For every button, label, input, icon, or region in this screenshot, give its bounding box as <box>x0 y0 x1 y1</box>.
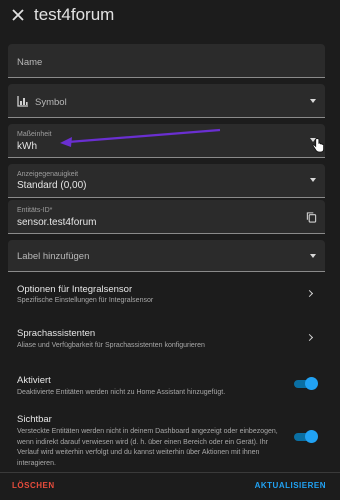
chevron-right-icon <box>305 289 314 298</box>
toggle-knob <box>305 430 318 443</box>
visible-toggle[interactable] <box>294 430 318 443</box>
top-bar: test4forum <box>0 0 340 32</box>
symbol-placeholder: Symbol <box>35 97 67 108</box>
integral-options-title: Optionen für Integralsensor <box>17 284 133 295</box>
name-placeholder: Name <box>17 57 43 68</box>
unit-label: Maßeinheit <box>17 131 52 138</box>
chevron-down-icon[interactable] <box>310 99 316 103</box>
enabled-row: Aktiviert Deaktivierte Entitäten werden … <box>8 372 325 400</box>
precision-label: Anzeigegenauigkeit <box>17 171 79 178</box>
label-placeholder: Label hinzufügen <box>17 251 90 262</box>
enabled-subtitle: Deaktivierte Entitäten werden nicht zu H… <box>17 389 226 396</box>
visible-title: Sichtbar <box>17 414 52 425</box>
visible-row: Sichtbar Versteckte Entitäten werden nic… <box>8 412 325 472</box>
chevron-down-icon[interactable] <box>310 178 316 182</box>
unit-select[interactable]: Maßeinheit kWh <box>8 124 325 158</box>
hand-cursor-icon <box>312 138 325 153</box>
name-field[interactable]: Name <box>8 44 325 78</box>
chart-icon <box>17 96 28 107</box>
integral-options-subtitle: Spezifische Einstellungen für Integralse… <box>17 297 154 304</box>
entity-id-field[interactable]: Entitäts-ID* sensor.test4forum <box>8 200 325 234</box>
entity-id-label: Entitäts-ID* <box>17 207 53 214</box>
chevron-right-icon <box>305 333 314 342</box>
precision-select[interactable]: Anzeigegenauigkeit Standard (0,00) <box>8 164 325 198</box>
update-button[interactable]: AKTUALISIEREN <box>255 481 326 490</box>
delete-button[interactable]: LÖSCHEN <box>12 481 55 490</box>
integral-options-row[interactable]: Optionen für Integralsensor Spezifische … <box>8 278 325 312</box>
symbol-field[interactable]: Symbol <box>8 84 325 118</box>
voice-assistants-title: Sprachassistenten <box>17 328 96 339</box>
chevron-down-icon[interactable] <box>310 254 316 258</box>
label-select[interactable]: Label hinzufügen <box>8 240 325 272</box>
entity-id-value: sensor.test4forum <box>17 217 97 228</box>
close-icon[interactable] <box>10 7 26 23</box>
unit-value: kWh <box>17 141 37 152</box>
enabled-toggle[interactable] <box>294 377 318 390</box>
visible-subtitle: Versteckte Entitäten werden nicht in dei… <box>17 428 278 467</box>
copy-icon[interactable] <box>306 211 317 223</box>
precision-value: Standard (0,00) <box>17 180 87 191</box>
voice-assistants-subtitle: Aliase und Verfügbarkeit für Sprachassis… <box>17 342 205 349</box>
enabled-title: Aktiviert <box>17 375 51 386</box>
voice-assistants-row[interactable]: Sprachassistenten Aliase und Verfügbarke… <box>8 322 325 356</box>
footer-divider <box>0 472 340 473</box>
toggle-knob <box>305 377 318 390</box>
page-title: test4forum <box>34 5 115 24</box>
